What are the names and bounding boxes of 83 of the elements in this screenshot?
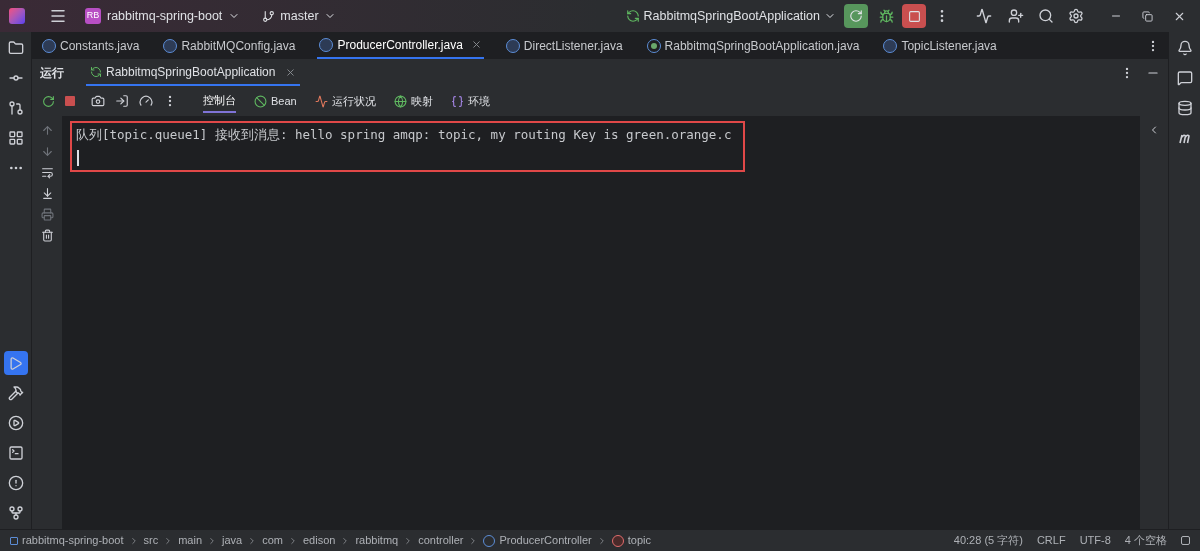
- bug-icon: [878, 8, 894, 24]
- braces-icon: [450, 94, 464, 108]
- stop-button[interactable]: [902, 4, 926, 28]
- rerun-icon[interactable]: [42, 94, 55, 108]
- attach-icon[interactable]: [115, 94, 129, 108]
- close-tab-icon[interactable]: [285, 66, 297, 78]
- breadcrumb[interactable]: edison: [303, 532, 336, 549]
- down-arrow-icon[interactable]: [40, 145, 54, 158]
- globe-icon: [393, 94, 407, 108]
- add-user-icon[interactable]: [1008, 8, 1024, 24]
- branch-icon: [262, 9, 276, 23]
- problems-icon[interactable]: [7, 475, 24, 491]
- class-icon: [163, 38, 178, 53]
- project-selector[interactable]: RB rabbitmq-spring-boot: [85, 6, 241, 26]
- editor-tab[interactable]: RabbitMQConfig.java: [161, 32, 298, 59]
- git-icon[interactable]: [7, 505, 24, 521]
- method-icon: [611, 534, 624, 547]
- status-item[interactable]: 4 个空格: [1124, 532, 1167, 549]
- play-icon: [8, 355, 23, 371]
- module-icon: [10, 536, 18, 545]
- breadcrumb[interactable]: controller: [418, 532, 464, 549]
- separator-icon: [207, 535, 217, 546]
- view-tab[interactable]: 控制台: [203, 89, 236, 113]
- class-icon: [883, 38, 898, 53]
- breadcrumb[interactable]: com: [262, 532, 283, 549]
- rerun-icon: [849, 9, 863, 23]
- camera-icon[interactable]: [91, 94, 105, 108]
- breadcrumb[interactable]: main: [178, 532, 202, 549]
- run-tool-button[interactable]: [3, 351, 28, 375]
- folder-icon[interactable]: [7, 40, 24, 56]
- structure-icon[interactable]: [7, 130, 24, 146]
- branch-selector[interactable]: master: [262, 6, 336, 26]
- refresh-icon: [90, 66, 102, 78]
- console-line: 队列[topic.queue1] 接收到消息: hello spring amqp: topic, my routing Key is green.orange.c: [76, 126, 733, 144]
- view-tab[interactable]: 环境: [450, 89, 490, 113]
- stop-icon: [907, 9, 921, 23]
- notifications-icon[interactable]: [1176, 40, 1193, 56]
- refresh-icon: [625, 9, 640, 23]
- project-badge: RB: [85, 8, 101, 24]
- chat-icon[interactable]: [1176, 70, 1193, 86]
- services-icon[interactable]: [7, 415, 24, 431]
- text-cursor: [77, 149, 79, 166]
- settings-icon[interactable]: [1068, 8, 1084, 24]
- view-tab[interactable]: Bean: [254, 89, 297, 113]
- editor-tab[interactable]: TopicListener.java: [881, 32, 999, 59]
- rerun-button[interactable]: [844, 4, 868, 28]
- trash-icon[interactable]: [40, 229, 54, 242]
- up-arrow-icon[interactable]: [40, 124, 54, 137]
- editor-tab[interactable]: DirectListener.java: [503, 32, 625, 59]
- print-icon[interactable]: [40, 208, 54, 221]
- activity-icon: [314, 94, 328, 108]
- breadcrumb[interactable]: src: [143, 532, 159, 549]
- breadcrumb[interactable]: rabbitmq-spring-boot: [10, 532, 124, 549]
- run-tab[interactable]: RabbitmqSpringBootApplication: [86, 60, 301, 86]
- run-config-selector[interactable]: RabbitmqSpringBootApplication: [625, 6, 836, 26]
- scroll-to-end-icon[interactable]: [40, 187, 54, 200]
- editor-tab[interactable]: Constants.java: [40, 32, 142, 59]
- panel-title: 运行: [40, 65, 64, 82]
- gauge-icon[interactable]: [139, 94, 153, 108]
- hammer-icon[interactable]: [7, 385, 24, 401]
- menu-icon[interactable]: [49, 7, 67, 25]
- breadcrumb[interactable]: java: [222, 532, 243, 549]
- status-item[interactable]: CRLF: [1036, 532, 1066, 549]
- wrap-icon[interactable]: [40, 166, 54, 179]
- class-icon: [319, 37, 334, 52]
- separator-icon: [288, 535, 298, 546]
- editor-tab[interactable]: RabbitmqSpringBootApplication.java: [644, 32, 862, 59]
- search-icon[interactable]: [1038, 8, 1054, 24]
- status-item[interactable]: UTF-8: [1079, 532, 1111, 549]
- breadcrumb[interactable]: topic: [611, 532, 652, 549]
- close-tab-icon[interactable]: [470, 39, 482, 50]
- pull-request-icon[interactable]: [7, 100, 24, 116]
- terminal-icon[interactable]: [7, 445, 24, 461]
- restore-icon[interactable]: [1142, 10, 1153, 22]
- class-icon: [42, 38, 56, 53]
- view-tab[interactable]: 运行状况: [314, 89, 376, 113]
- breadcrumb[interactable]: rabbitmq: [355, 532, 399, 549]
- class-icon: [505, 38, 520, 53]
- app-logo-icon: [9, 8, 25, 24]
- database-icon[interactable]: [1176, 100, 1193, 116]
- status-item[interactable]: 40:28 (5 字符): [953, 532, 1023, 549]
- view-tab[interactable]: 映射: [393, 89, 433, 113]
- breadcrumb[interactable]: ProducerController: [483, 532, 592, 549]
